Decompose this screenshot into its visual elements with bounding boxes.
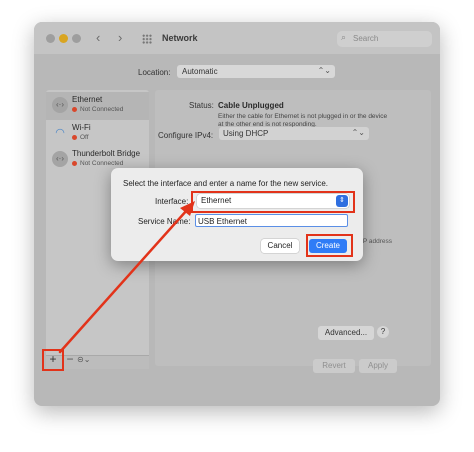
create-highlight-box <box>306 234 353 257</box>
cancel-button[interactable]: Cancel <box>261 239 299 253</box>
wifi-icon: ◠ <box>55 127 65 139</box>
status-dot <box>72 161 77 166</box>
configure-ipv4-select[interactable]: Using DHCP ⌃⌄ <box>219 127 369 140</box>
service-status: Not Connected <box>80 106 124 113</box>
service-name: Ethernet <box>72 95 103 104</box>
forward-button[interactable]: › <box>118 30 122 46</box>
show-all-grid-icon[interactable] <box>142 34 152 44</box>
location-select[interactable]: Automatic ⌃⌄ <box>177 65 335 78</box>
status-label: Status: <box>189 101 214 110</box>
minimize-window-button[interactable] <box>59 34 68 43</box>
title-bar: ‹ › Network ⌕ Search <box>34 22 440 54</box>
service-name: Wi-Fi <box>72 123 91 132</box>
close-window-button[interactable] <box>46 34 55 43</box>
location-value: Automatic <box>182 67 218 76</box>
search-icon: ⌕ <box>341 32 347 42</box>
ethernet-icon: ‹·› <box>52 97 68 113</box>
remove-service-button[interactable]: − <box>65 352 75 366</box>
service-name-input[interactable] <box>195 214 348 227</box>
interface-label: Interface: <box>155 197 189 206</box>
thunderbolt-icon: ‹·› <box>52 151 68 167</box>
location-label: Location: <box>138 68 171 77</box>
advanced-button[interactable]: Advanced... <box>318 326 374 340</box>
service-item-wifi[interactable]: ◠ Wi-Fi Off <box>46 120 149 148</box>
status-value: Cable Unplugged <box>218 101 284 110</box>
chevron-updown-icon: ⌃⌄ <box>351 128 365 137</box>
window-title: Network <box>162 33 198 43</box>
status-dot <box>72 135 77 140</box>
dialog-message: Select the interface and enter a name fo… <box>123 179 329 188</box>
configure-ipv4-value: Using DHCP <box>223 129 269 138</box>
status-dot <box>72 107 77 112</box>
configure-ipv4-label: Configure IPv4: <box>158 131 214 140</box>
service-item-ethernet[interactable]: ‹·› Ethernet Not Connected <box>46 92 149 120</box>
interface-highlight-box <box>191 191 355 213</box>
service-actions-menu[interactable]: ⊝⌄ <box>77 354 95 366</box>
service-name: Thunderbolt Bridge <box>72 149 141 158</box>
apply-button[interactable]: Apply <box>359 359 397 373</box>
back-button[interactable]: ‹ <box>96 30 100 46</box>
help-button[interactable]: ? <box>377 326 389 338</box>
service-name-label: Service Name: <box>138 217 191 226</box>
revert-button[interactable]: Revert <box>313 359 355 373</box>
zoom-window-button[interactable] <box>72 34 81 43</box>
service-status: Off <box>80 134 89 141</box>
search-placeholder: Search <box>353 34 379 43</box>
service-status: Not Connected <box>80 160 124 167</box>
chevron-updown-icon: ⌃⌄ <box>317 66 331 75</box>
add-button-highlight-box <box>42 349 64 371</box>
search-input[interactable]: ⌕ Search <box>337 31 432 47</box>
